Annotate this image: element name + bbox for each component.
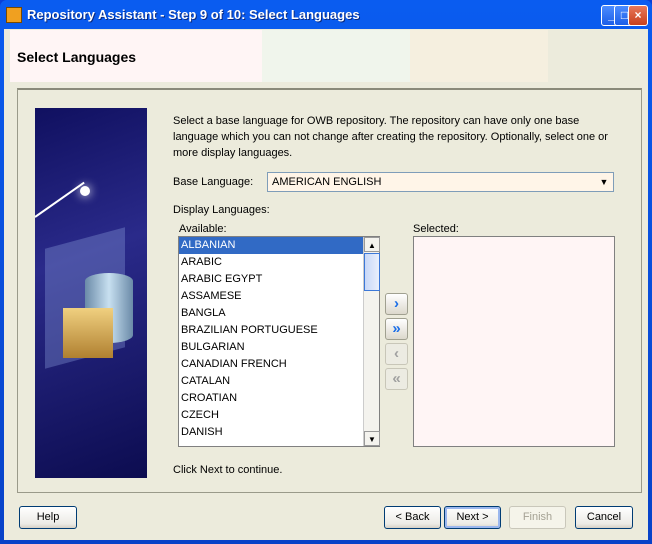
list-item[interactable]: ARABIC bbox=[179, 254, 363, 271]
intro-text: Select a base language for OWB repositor… bbox=[173, 115, 608, 159]
cancel-button[interactable]: Cancel bbox=[575, 506, 633, 529]
list-item[interactable]: CANADIAN FRENCH bbox=[179, 356, 363, 373]
move-left-button[interactable]: ‹ bbox=[385, 343, 408, 365]
footer-hint: Click Next to continue. bbox=[173, 464, 283, 476]
list-item[interactable]: ARABIC EGYPT bbox=[179, 271, 363, 288]
list-item[interactable]: CROATIAN bbox=[179, 390, 363, 407]
selected-label: Selected: bbox=[413, 223, 459, 235]
scrollbar[interactable]: ▲ ▼ bbox=[363, 237, 380, 446]
page-title: Select Languages bbox=[17, 49, 137, 65]
available-list[interactable]: ALBANIAN ARABIC ARABIC EGYPT ASSAMESE BANGLA… bbox=[178, 236, 380, 447]
app-icon bbox=[6, 7, 22, 23]
move-all-right-button[interactable]: » bbox=[385, 318, 408, 340]
title-bar: Repository Assistant - Step 9 of 10: Sel… bbox=[0, 0, 652, 29]
finish-button[interactable]: Finish bbox=[509, 506, 566, 529]
dialog-window: Repository Assistant - Step 9 of 10: Sel… bbox=[0, 0, 652, 544]
scroll-thumb[interactable] bbox=[364, 253, 380, 291]
selected-list[interactable] bbox=[413, 236, 615, 447]
chevron-down-icon[interactable]: ▼ bbox=[596, 174, 612, 190]
close-button[interactable]: × bbox=[628, 5, 648, 26]
list-item[interactable]: ALBANIAN bbox=[179, 237, 363, 254]
wizard-illustration bbox=[35, 108, 147, 478]
list-item[interactable]: DANISH bbox=[179, 424, 363, 441]
move-right-button[interactable]: › bbox=[385, 293, 408, 315]
scroll-down-icon[interactable]: ▼ bbox=[364, 431, 380, 446]
base-language-select[interactable]: AMERICAN ENGLISH ▼ bbox=[267, 172, 614, 192]
move-all-left-button[interactable]: « bbox=[385, 368, 408, 390]
window-title: Repository Assistant - Step 9 of 10: Sel… bbox=[27, 7, 360, 22]
base-language-label: Base Language: bbox=[173, 176, 254, 188]
scroll-up-icon[interactable]: ▲ bbox=[364, 237, 380, 252]
display-languages-label: Display Languages: bbox=[173, 204, 270, 216]
list-item[interactable]: BULGARIAN bbox=[179, 339, 363, 356]
base-language-value: AMERICAN ENGLISH bbox=[272, 176, 382, 188]
list-item[interactable]: CATALAN bbox=[179, 373, 363, 390]
content-panel: Select a base language for OWB repositor… bbox=[17, 88, 642, 493]
list-item[interactable]: ASSAMESE bbox=[179, 288, 363, 305]
list-item[interactable]: BRAZILIAN PORTUGUESE bbox=[179, 322, 363, 339]
next-button[interactable]: Next > bbox=[444, 506, 501, 529]
back-button[interactable]: < Back bbox=[384, 506, 441, 529]
list-item[interactable]: CZECH bbox=[179, 407, 363, 424]
available-label: Available: bbox=[179, 223, 227, 235]
dialog-client: Select Languages Select a base language … bbox=[4, 29, 648, 540]
help-button[interactable]: Help bbox=[19, 506, 77, 529]
list-item[interactable]: BANGLA bbox=[179, 305, 363, 322]
